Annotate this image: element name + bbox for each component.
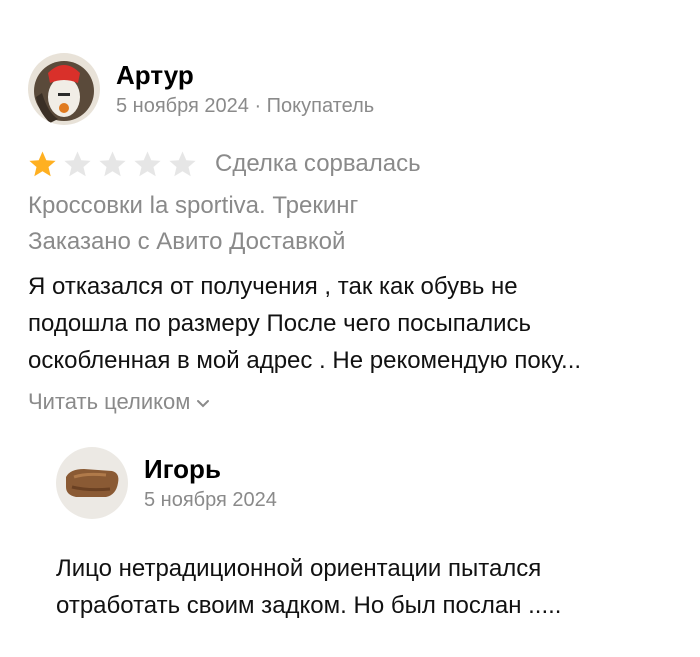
deal-status: Сделка сорвалась xyxy=(215,150,421,177)
review-text-line: Я отказался от получения , так как обувь… xyxy=(28,273,518,300)
reply-author-row: Игорь 5 ноября 2024 xyxy=(56,446,676,520)
reply-date: 5 ноября 2024 xyxy=(144,488,277,511)
rating-row: Сделка сорвалась xyxy=(28,148,678,180)
star-empty-icon xyxy=(133,150,162,178)
product-name[interactable]: Кроссовки la sportiva. Трекинг xyxy=(28,188,678,224)
review-author-meta: Артур 5 ноября 2024 · Покупатель xyxy=(116,59,374,120)
chevron-down-icon xyxy=(196,389,210,415)
delivery-info: Заказано с Авито Доставкой xyxy=(28,228,346,255)
reviewer-avatar[interactable] xyxy=(28,53,100,125)
review-author-row: Артур 5 ноября 2024 · Покупатель xyxy=(28,52,678,126)
star-empty-icon xyxy=(168,150,197,178)
seller-reply: Игорь 5 ноября 2024 Лицо нетрадиционной … xyxy=(56,446,676,624)
review-date-role: 5 ноября 2024 · Покупатель xyxy=(116,94,375,117)
seller-name[interactable]: Игорь xyxy=(144,453,277,485)
star-rating xyxy=(28,150,203,178)
reply-text-line: Лицо нетрадиционной ориентации пытался xyxy=(56,555,542,582)
reply-text: Лицо нетрадиционной ориентации пытался о… xyxy=(56,550,676,624)
seller-avatar[interactable] xyxy=(56,447,128,519)
review-text-line: оскобленная в мой адрес . Не рекомендую … xyxy=(28,347,582,374)
review-text-line: подошла по размеру После чего посыпались xyxy=(28,310,532,337)
star-empty-icon xyxy=(63,150,92,178)
review-text: Я отказался от получения , так как обувь… xyxy=(28,268,678,379)
review-card: Артур 5 ноября 2024 · Покупатель Сделка … xyxy=(28,52,678,415)
reply-text-line: отработать своим задком. Но был послан .… xyxy=(56,592,562,619)
star-filled-icon xyxy=(28,150,57,178)
reply-author-meta: Игорь 5 ноября 2024 xyxy=(144,453,277,514)
reviewer-name[interactable]: Артур xyxy=(116,59,374,91)
read-more-button[interactable]: Читать целиком xyxy=(28,389,678,415)
star-empty-icon xyxy=(98,150,127,178)
read-more-label: Читать целиком xyxy=(28,389,191,414)
